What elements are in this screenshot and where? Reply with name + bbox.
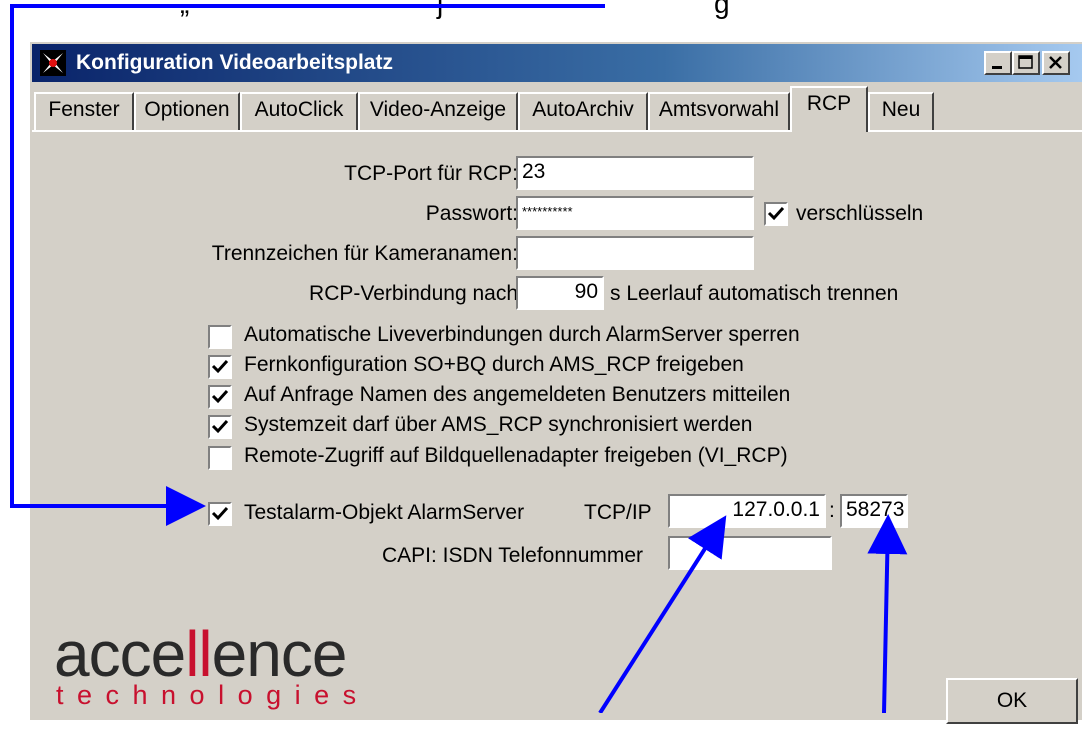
checkmark-icon [211, 359, 229, 374]
rcp-connection-label: RCP-Verbindung nach [309, 282, 518, 305]
tab-neu[interactable]: Neu [868, 92, 934, 130]
dialog-window: Konfiguration Videoarbeitsplatz Fenster … [28, 40, 1082, 724]
tab-video-anzeige[interactable]: Video-Anzeige [358, 92, 518, 130]
rcp-timeout-input[interactable]: 90 [516, 276, 604, 310]
tab-label: AutoClick [254, 98, 344, 121]
checkbox-remote-config-label: Fernkonfiguration SO+BQ durch AMS_RCP fr… [244, 353, 744, 376]
close-button[interactable] [1042, 51, 1070, 75]
ip-port-separator: : [829, 499, 835, 522]
checkmark-icon [211, 389, 229, 404]
checkbox-user-name-label: Auf Anfrage Namen des angemeldeten Benut… [244, 383, 791, 406]
checkmark-icon [211, 419, 229, 434]
company-logo: accellence [54, 622, 347, 686]
tab-label: Optionen [144, 98, 230, 121]
tab-label: RCP [806, 92, 852, 115]
testalarm-label: Testalarm-Objekt AlarmServer [244, 501, 525, 524]
checkbox-time-sync-label: Systemzeit darf über AMS_RCP synchronisi… [244, 413, 753, 436]
capi-label: CAPI: ISDN Telefonnummer [382, 544, 644, 567]
checkbox-remote-access-label: Remote-Zugriff auf Bildquellenadapter fr… [244, 444, 788, 467]
tab-rcp[interactable]: RCP [790, 86, 868, 132]
separator-input[interactable] [516, 236, 754, 270]
checkmark-icon [767, 206, 785, 221]
tab-label: Neu [881, 98, 921, 121]
checkbox-remote-config[interactable] [208, 355, 232, 379]
encrypt-label: verschlüsseln [796, 202, 924, 225]
tab-amtsvorwahl[interactable]: Amtsvorwahl [648, 92, 790, 130]
capi-input[interactable] [668, 536, 832, 570]
checkbox-user-name[interactable] [208, 385, 232, 409]
port-input[interactable]: 58273 [840, 494, 908, 528]
tcp-port-label: TCP-Port für RCP: [344, 162, 518, 185]
checkbox-time-sync[interactable] [208, 415, 232, 439]
checkbox-remote-access[interactable] [208, 446, 232, 470]
minimize-button[interactable] [984, 51, 1012, 75]
rcp-panel: TCP-Port für RCP: 23 Passwort: *********… [32, 130, 1082, 730]
separator-label: Trennzeichen für Kameranamen: [211, 242, 518, 265]
tab-optionen[interactable]: Optionen [134, 92, 240, 130]
tab-label: Fenster [48, 98, 120, 121]
tcpip-label: TCP/IP [584, 501, 652, 524]
tab-label: Video-Anzeige [369, 98, 507, 121]
password-input[interactable]: ********** [516, 196, 754, 230]
rcp-timeout-suffix: s Leerlauf automatisch trennen [610, 282, 899, 305]
window-title: Konfiguration Videoarbeitsplatz [76, 51, 393, 74]
tab-label: Amtsvorwahl [658, 98, 780, 121]
checkbox-live-lock[interactable] [208, 325, 232, 349]
password-label: Passwort: [425, 202, 518, 225]
minimize-icon [992, 66, 1002, 69]
logo-subtitle: technologies [56, 680, 370, 710]
encrypt-checkbox[interactable] [764, 202, 788, 226]
checkbox-testalarm[interactable] [208, 502, 232, 526]
app-icon [40, 50, 66, 76]
maximize-button[interactable] [1012, 51, 1040, 75]
ok-button[interactable]: OK [946, 678, 1078, 724]
tab-autoclick[interactable]: AutoClick [240, 92, 358, 130]
tab-label: AutoArchiv [532, 98, 634, 121]
caption-fragment-quote: „ [180, 0, 190, 19]
caption-fragment-g: g [714, 0, 730, 19]
tcp-port-input[interactable]: 23 [516, 156, 754, 190]
ip-address-input[interactable]: 127.0.0.1 [668, 494, 826, 528]
maximize-icon [1018, 55, 1033, 69]
caption-fragment-j: j [437, 0, 444, 19]
title-bar[interactable]: Konfiguration Videoarbeitsplatz [32, 44, 1082, 82]
checkmark-icon [211, 506, 229, 521]
close-icon [1049, 56, 1062, 69]
tab-fenster[interactable]: Fenster [34, 92, 134, 130]
tab-autoarchiv[interactable]: AutoArchiv [518, 92, 648, 130]
checkbox-live-lock-label: Automatische Liveverbindungen durch Alar… [244, 323, 800, 346]
